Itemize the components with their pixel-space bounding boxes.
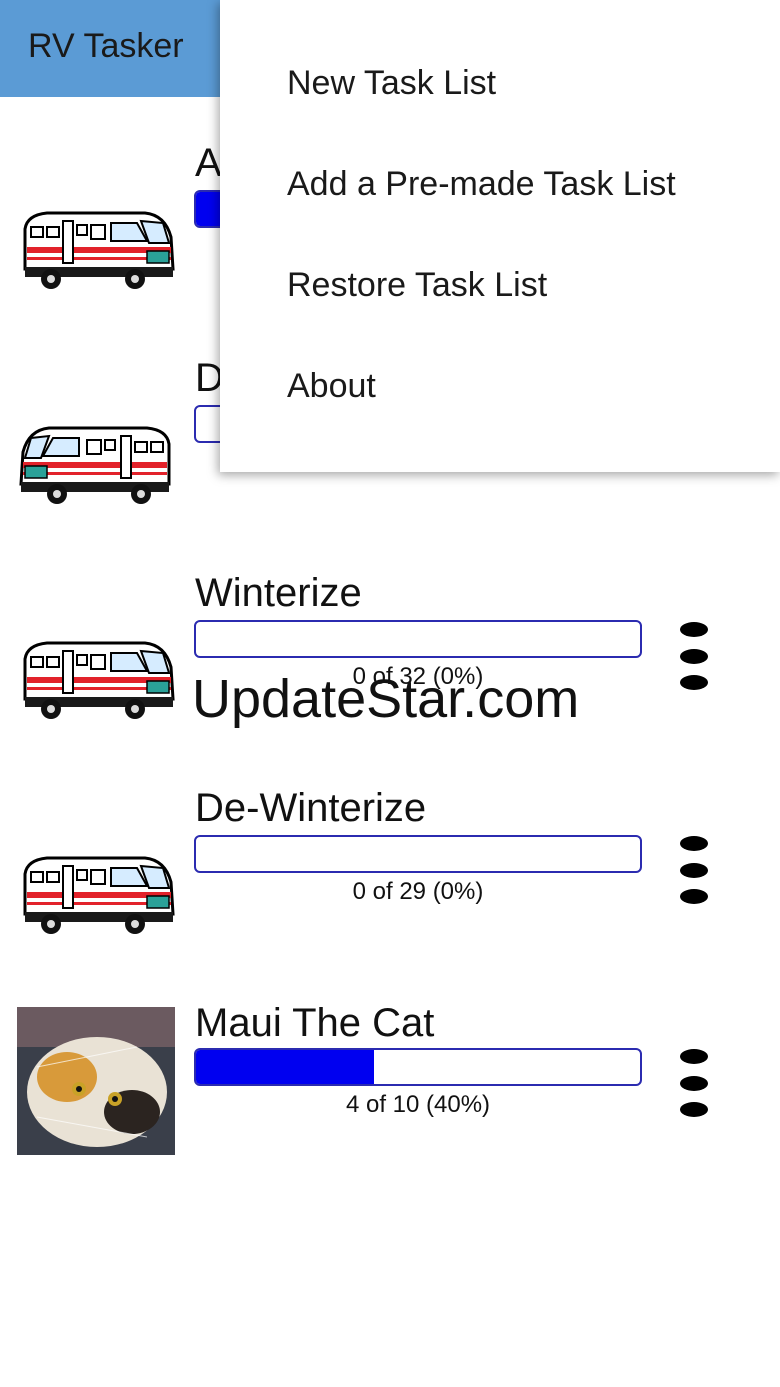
more-options-icon[interactable] xyxy=(672,836,716,904)
app-title: RV Tasker xyxy=(28,27,184,65)
menu-item-add-premade-task-list[interactable]: Add a Pre-made Task List xyxy=(287,165,676,204)
task-list-row[interactable]: Winterize 0 of 32 (0%) xyxy=(0,567,780,767)
menu-item-about[interactable]: About xyxy=(287,367,376,406)
menu-item-new-task-list[interactable]: New Task List xyxy=(287,64,496,103)
rv-icon xyxy=(19,426,171,504)
progress-fill xyxy=(196,192,223,226)
progress-caption: 4 of 10 (40%) xyxy=(345,1091,491,1118)
task-list-title: A xyxy=(195,141,222,185)
progress-bar xyxy=(194,835,642,873)
rv-icon xyxy=(23,641,175,719)
watermark-text: UpdateStar.com xyxy=(192,669,580,729)
progress-fill xyxy=(196,1050,374,1084)
menu-item-restore-task-list[interactable]: Restore Task List xyxy=(287,266,547,305)
more-options-icon[interactable] xyxy=(672,1049,716,1117)
task-list-title: Winterize xyxy=(195,571,362,615)
task-list-title: De-Winterize xyxy=(195,786,427,830)
cat-photo xyxy=(17,1007,175,1155)
screen: RV Tasker A D Winterize 0 of 32 (0%) De-… xyxy=(0,0,780,1387)
overflow-menu: New Task List Add a Pre-made Task List R… xyxy=(220,0,780,472)
rv-icon xyxy=(23,211,175,289)
task-list-row[interactable]: Maui The Cat 4 of 10 (40%) xyxy=(0,997,780,1197)
more-options-icon[interactable] xyxy=(672,622,716,690)
progress-caption: 0 of 29 (0%) xyxy=(352,878,484,905)
progress-bar xyxy=(194,620,642,658)
task-list-title: Maui The Cat xyxy=(195,1001,435,1045)
task-list-row[interactable]: De-Winterize 0 of 29 (0%) xyxy=(0,782,780,982)
progress-bar xyxy=(194,1048,642,1086)
rv-icon xyxy=(23,856,175,934)
